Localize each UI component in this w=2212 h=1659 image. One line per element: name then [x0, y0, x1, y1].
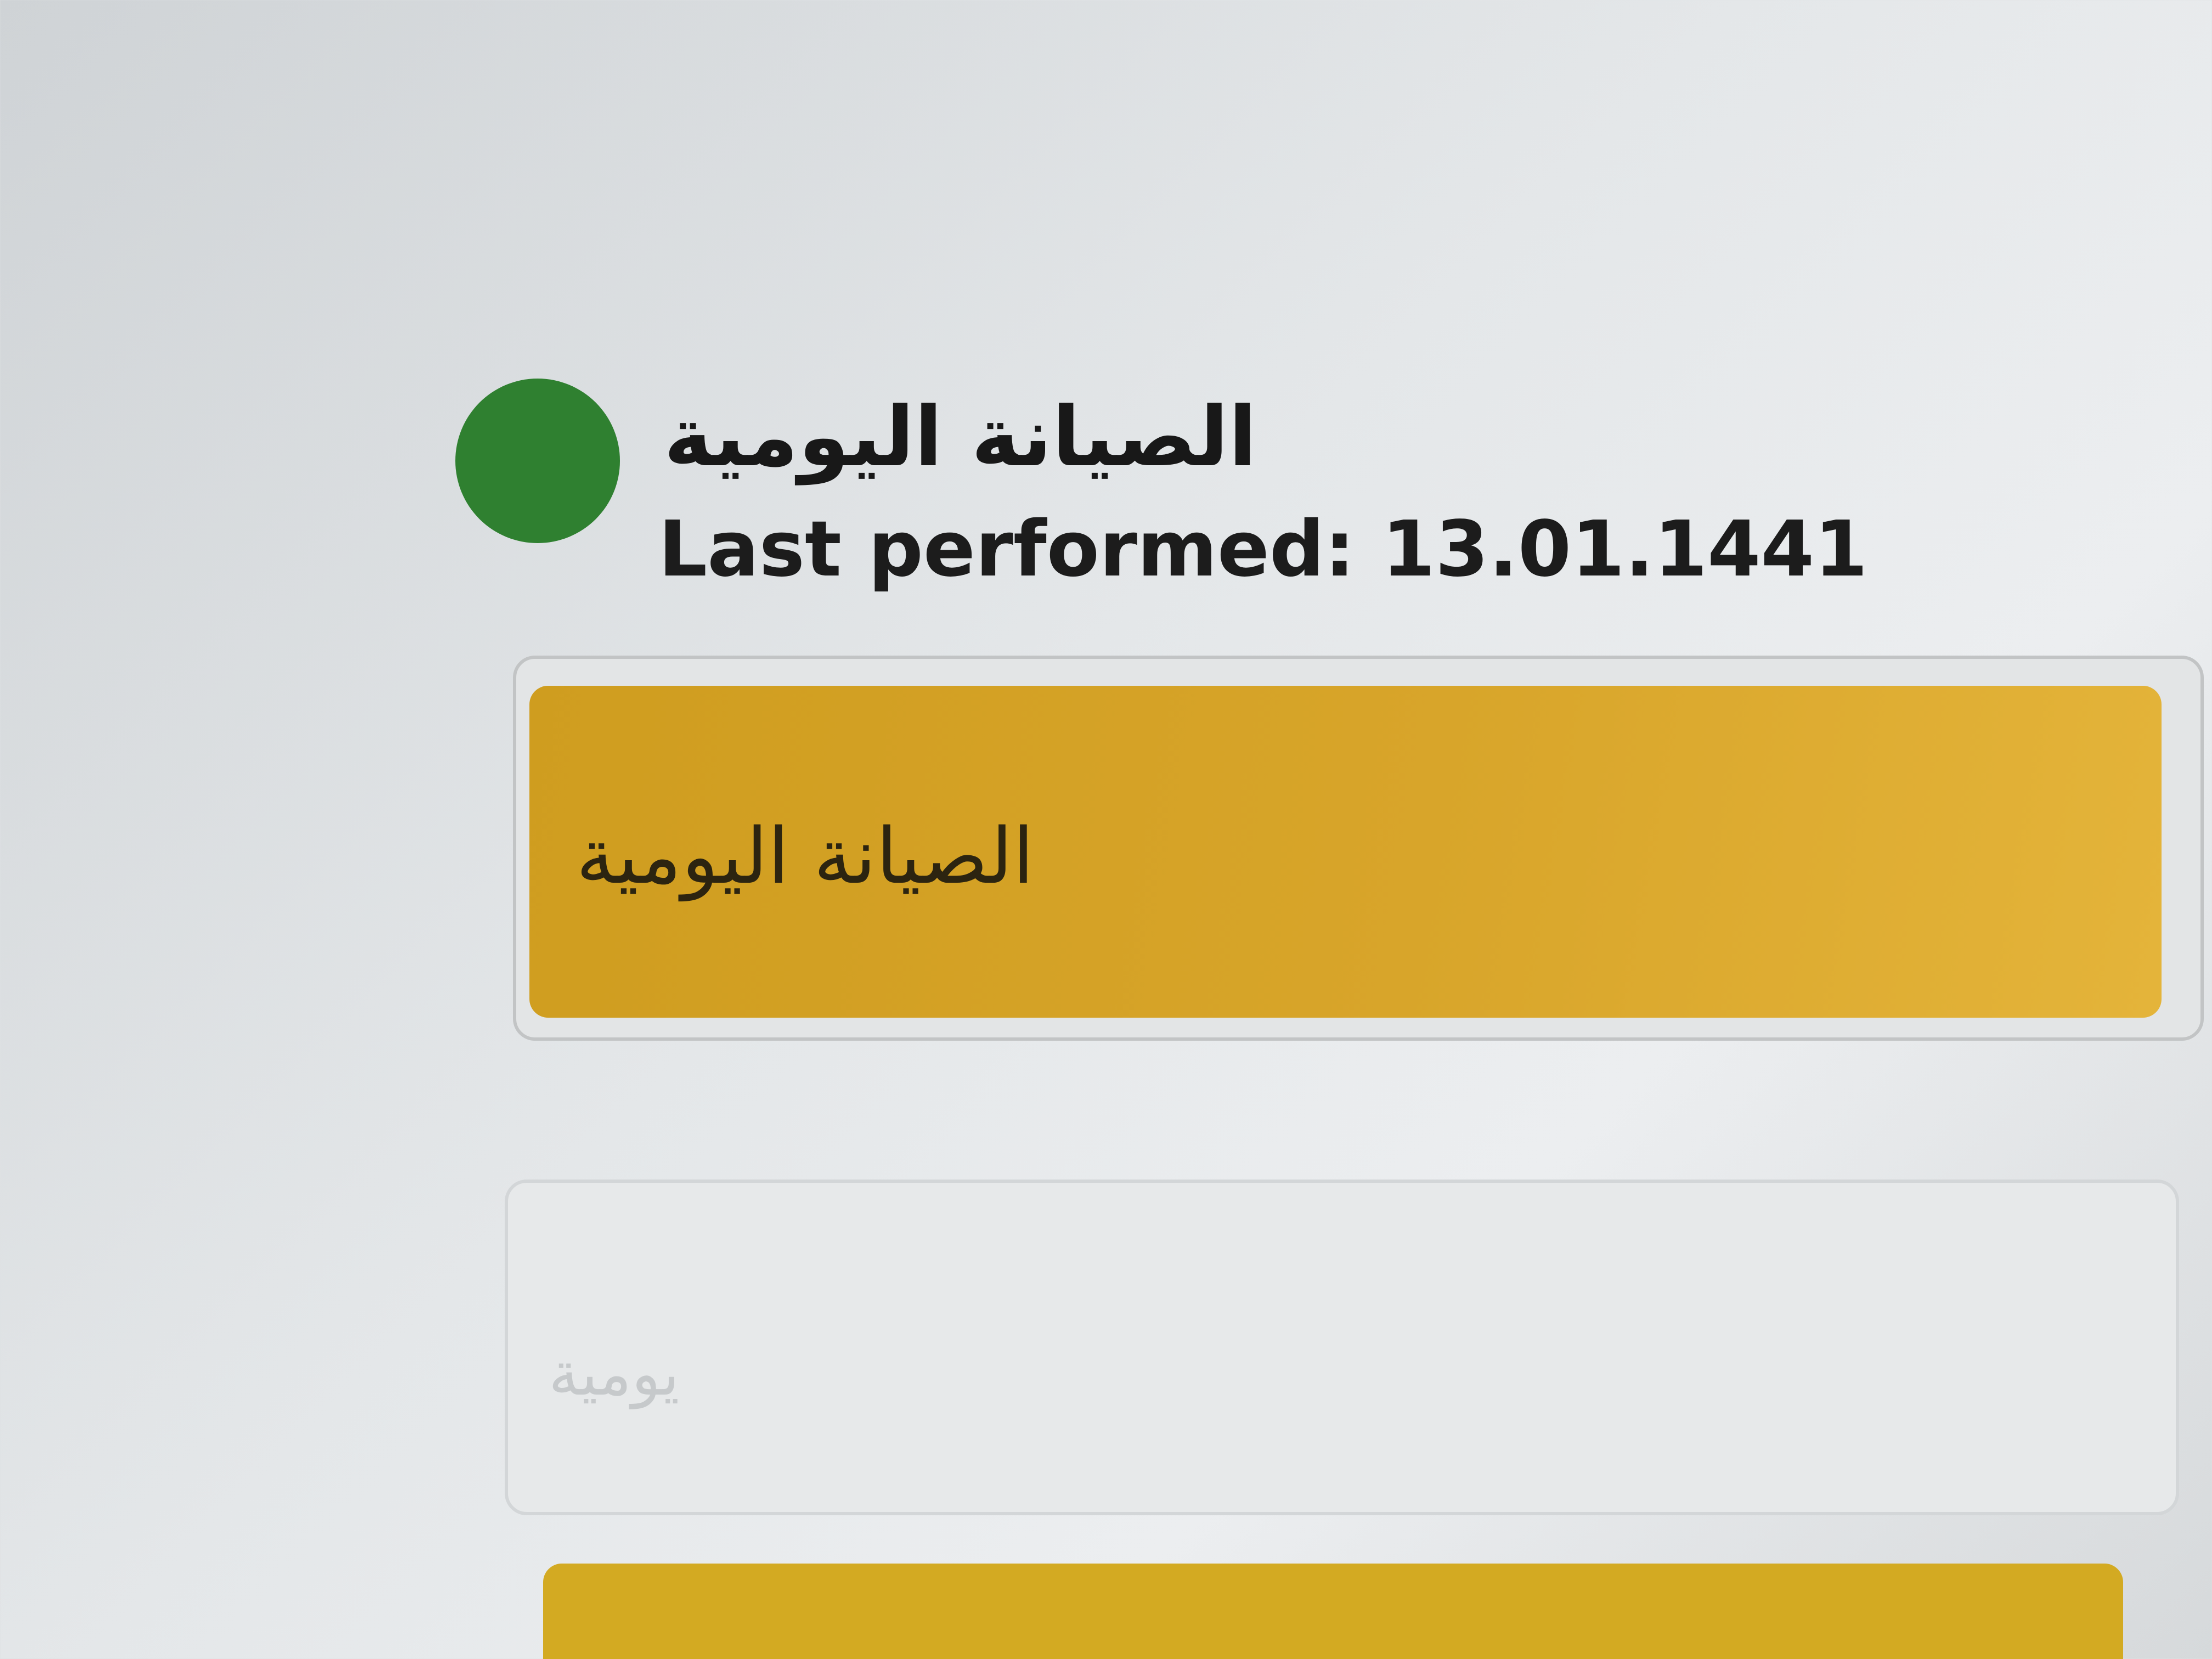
next-button[interactable]: [543, 1564, 2123, 1659]
secondary-card-label: يومية: [549, 1339, 680, 1409]
status-indicator-icon: [455, 379, 620, 543]
last-performed-text: Last performed: 13.01.1441: [658, 505, 1868, 594]
daily-maintenance-button-label: الصيانة اليومية: [576, 812, 1034, 901]
task-title: الصيانة اليومية: [664, 390, 1257, 485]
maintenance-screen: الصيانة اليومية Last performed: 13.01.14…: [0, 0, 2212, 1659]
secondary-card[interactable]: [505, 1180, 2179, 1515]
